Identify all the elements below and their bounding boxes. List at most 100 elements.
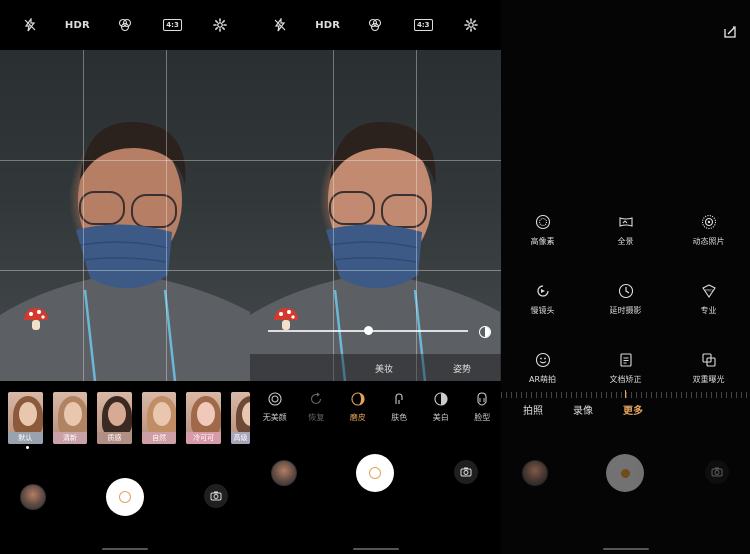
- filter-strip: 默认 清新 质感 自然 冷可可 高级: [8, 392, 250, 444]
- modes-grid: 高像素 全景 动态照片 慢镜头 延时摄影 PRO 专业 AR萌拍 文档矫正 双重…: [501, 214, 750, 385]
- home-indicator[interactable]: [352, 548, 399, 550]
- filter-item[interactable]: 自然: [141, 392, 177, 444]
- beauty-options: 无美颜 恢复 磨皮 肤色 美白 脸型: [256, 392, 501, 423]
- slow-motion-icon: [536, 285, 549, 297]
- mode-label: 动态照片: [692, 237, 725, 246]
- mode-live-photo[interactable]: 动态照片: [667, 214, 750, 247]
- mode-timelapse[interactable]: 延时摄影: [584, 283, 667, 316]
- settings-gear-icon[interactable]: [456, 13, 486, 37]
- mode-slow-motion[interactable]: 慢镜头: [501, 283, 584, 316]
- slider-knob[interactable]: [363, 326, 373, 335]
- reset-icon: [311, 392, 322, 405]
- aspect-ratio-button[interactable]: 4:3: [408, 13, 438, 37]
- filter-label: 自然: [141, 432, 177, 444]
- mode-ar-smile[interactable]: AR萌拍: [501, 352, 584, 385]
- beauty-option-label: 恢复: [308, 413, 325, 422]
- camera-panel-more-modes: 高像素 全景 动态照片 慢镜头 延时摄影 PRO 专业 AR萌拍 文档矫正 双重…: [501, 0, 750, 554]
- high-pixel-icon: [535, 214, 550, 230]
- shutter-ring-icon: [369, 467, 381, 479]
- hdr-toggle[interactable]: HDR: [313, 13, 343, 37]
- skin-tone-icon: [395, 393, 403, 404]
- gallery-thumbnail[interactable]: [271, 460, 297, 486]
- mode-tabs: 拍照 录像 更多: [501, 402, 750, 417]
- filter-item[interactable]: 质感: [97, 392, 132, 444]
- compare-toggle-icon[interactable]: [479, 326, 491, 338]
- switch-camera-button[interactable]: [705, 460, 729, 484]
- beauty-option-none[interactable]: 无美颜: [256, 392, 294, 423]
- filter-label: 高级: [230, 432, 250, 444]
- selected-filter-indicator: [26, 446, 29, 449]
- tab-video[interactable]: 录像: [573, 402, 593, 417]
- document-icon: [619, 353, 632, 367]
- switch-camera-button[interactable]: [454, 460, 478, 484]
- camera-controls: [501, 454, 750, 516]
- filter-item[interactable]: 冷可可: [186, 392, 221, 444]
- mushroom-sticker-icon[interactable]: [272, 306, 300, 332]
- mode-label: 全景: [617, 237, 634, 246]
- filter-icon[interactable]: [360, 13, 390, 37]
- filter-item[interactable]: 高级: [230, 392, 250, 444]
- mode-label: 高像素: [530, 237, 555, 246]
- mode-high-pixel[interactable]: 高像素: [501, 214, 584, 247]
- camera-flip-icon: [711, 467, 723, 477]
- shutter-ring-icon: [119, 491, 131, 503]
- mode-panorama[interactable]: 全景: [584, 214, 667, 247]
- tab-photo[interactable]: 拍照: [523, 402, 543, 417]
- gallery-thumbnail[interactable]: [522, 460, 548, 486]
- active-mode-tick: [625, 390, 626, 398]
- camera-controls: [0, 478, 250, 516]
- home-indicator[interactable]: [102, 548, 148, 550]
- mode-pro[interactable]: PRO 专业: [667, 283, 750, 316]
- flash-off-icon[interactable]: [15, 13, 45, 37]
- panorama-icon: [618, 217, 633, 227]
- beauty-option-reset[interactable]: 恢复: [298, 392, 336, 423]
- shutter-button[interactable]: [356, 454, 394, 492]
- aspect-ratio-button[interactable]: 4:3: [158, 13, 188, 37]
- filter-label: 质感: [97, 432, 132, 444]
- beauty-option-label: 脸型: [474, 413, 491, 422]
- beauty-option-face-shape[interactable]: 脸型: [464, 392, 502, 423]
- switch-camera-button[interactable]: [204, 484, 228, 508]
- timelapse-icon: [618, 283, 633, 299]
- shutter-button[interactable]: [106, 478, 144, 516]
- tab-pose[interactable]: 姿势: [453, 362, 471, 375]
- gallery-thumbnail[interactable]: [20, 484, 46, 510]
- filter-item[interactable]: 清新: [52, 392, 88, 444]
- filter-item[interactable]: 默认: [8, 392, 43, 444]
- beauty-option-label: 美白: [432, 413, 449, 422]
- mode-label: 慢镜头: [530, 306, 555, 315]
- beauty-option-label: 无美颜: [262, 413, 287, 422]
- tab-makeup[interactable]: 美妆: [375, 362, 393, 375]
- tab-more[interactable]: 更多: [623, 402, 643, 417]
- svg-text:PRO: PRO: [705, 289, 713, 293]
- beauty-option-label: 磨皮: [349, 413, 366, 422]
- home-indicator[interactable]: [602, 548, 649, 550]
- mode-label: 延时摄影: [609, 306, 642, 315]
- no-beauty-icon: [268, 392, 282, 406]
- beauty-option-smooth[interactable]: 磨皮: [339, 392, 377, 423]
- beauty-option-skin-tone[interactable]: 肤色: [381, 392, 419, 423]
- shutter-button[interactable]: [606, 454, 644, 492]
- camera-panel-filters: HDR 4:3 默认 清新 质感 自然 冷可可 高级: [0, 0, 250, 554]
- mushroom-sticker-icon[interactable]: [22, 306, 50, 332]
- camera-flip-icon: [460, 467, 472, 477]
- ar-smile-icon: [535, 352, 550, 368]
- beauty-tabs: 美妆 姿势: [250, 354, 501, 382]
- camera-panel-beauty: HDR 4:3 美妆 姿势 无美颜 恢复 磨皮 肤色 美白 脸型: [250, 0, 501, 554]
- shutter-dot-icon: [620, 468, 630, 478]
- edit-icon[interactable]: [724, 26, 736, 38]
- filter-label: 清新: [52, 432, 88, 444]
- settings-gear-icon[interactable]: [205, 13, 235, 37]
- mode-label: 专业: [700, 306, 717, 315]
- hdr-toggle[interactable]: HDR: [62, 13, 92, 37]
- mode-label: 文档矫正: [609, 375, 642, 384]
- mode-double-exposure[interactable]: 双重曝光: [667, 352, 750, 385]
- filter-icon[interactable]: [110, 13, 140, 37]
- aspect-ratio-label: 4:3: [414, 19, 433, 31]
- filter-label: 冷可可: [186, 432, 221, 444]
- mode-document[interactable]: 文档矫正: [584, 352, 667, 385]
- whiten-icon: [434, 392, 448, 406]
- flash-off-icon[interactable]: [265, 13, 295, 37]
- beauty-option-whiten[interactable]: 美白: [422, 392, 460, 423]
- mode-label: 双重曝光: [692, 375, 725, 384]
